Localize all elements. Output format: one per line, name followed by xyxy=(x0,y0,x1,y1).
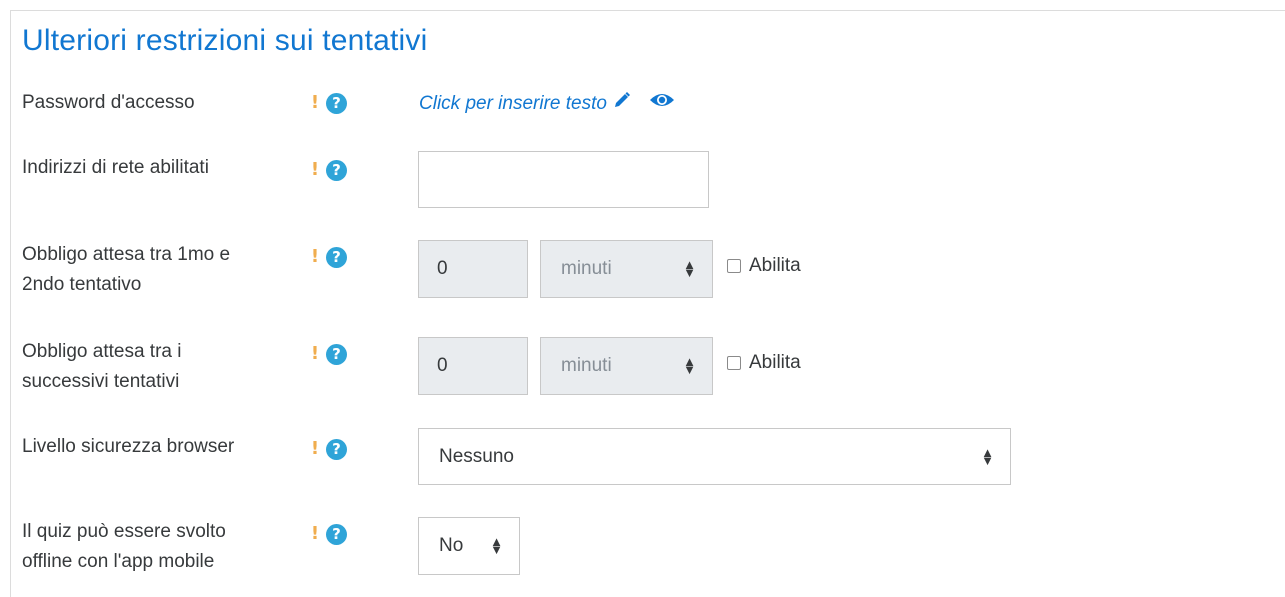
delay1-enable[interactable]: Abilita xyxy=(727,255,801,277)
advanced-icon: ! xyxy=(310,159,320,180)
delay1-label-line1: Obbligo attesa tra 1mo e xyxy=(22,244,231,265)
browser-security-icons: ! ? xyxy=(310,438,347,460)
delay2-unit-select[interactable]: minuti ▲ ▼ xyxy=(540,337,713,395)
delay1-icons: ! ? xyxy=(310,246,347,268)
advanced-icon: ! xyxy=(310,343,320,364)
network-label: Indirizzi di rete abilitati xyxy=(22,157,209,178)
delay1-unit-value: minuti xyxy=(561,258,612,279)
select-arrows-icon: ▲ ▼ xyxy=(490,534,503,557)
delay1-number-input[interactable]: 0 xyxy=(418,240,528,298)
select-arrows-icon: ▲ ▼ xyxy=(683,354,696,377)
delay1-label: Obbligo attesa tra 1mo e 2ndo tentativo xyxy=(22,240,290,300)
password-inplace-editable[interactable]: Click per inserire testo xyxy=(419,90,675,118)
network-input[interactable] xyxy=(418,151,709,208)
password-label: Password d'accesso xyxy=(22,92,195,113)
advanced-icon: ! xyxy=(310,523,320,544)
password-edit-text[interactable]: Click per inserire testo xyxy=(419,90,607,118)
delay2-unit-value: minuti xyxy=(561,355,612,376)
section-title: Ulteriori restrizioni sui tentativi xyxy=(22,24,428,57)
network-icons: ! ? xyxy=(310,159,347,181)
offline-select[interactable]: No ▲ ▼ xyxy=(418,517,520,575)
advanced-icon: ! xyxy=(310,246,320,267)
delay2-enable[interactable]: Abilita xyxy=(727,352,801,374)
delay1-enable-label: Abilita xyxy=(749,255,801,276)
advanced-icon: ! xyxy=(310,438,320,459)
offline-icons: ! ? xyxy=(310,523,347,545)
password-icons: ! ? xyxy=(310,92,347,114)
delay2-label-line1: Obbligo attesa tra i xyxy=(22,341,182,362)
offline-label-line2: offline con l'app mobile xyxy=(22,551,215,572)
delay1-unit-select[interactable]: minuti ▲ ▼ xyxy=(540,240,713,298)
help-icon[interactable]: ? xyxy=(326,523,347,545)
help-icon[interactable]: ? xyxy=(326,92,347,114)
select-arrows-icon: ▲ ▼ xyxy=(683,257,696,280)
delay2-number-input[interactable]: 0 xyxy=(418,337,528,395)
delay2-enable-checkbox[interactable] xyxy=(727,356,741,370)
pencil-icon[interactable] xyxy=(613,90,631,118)
advanced-icon: ! xyxy=(310,92,320,113)
offline-value: No xyxy=(439,535,464,556)
browser-security-select[interactable]: Nessuno ▲ ▼ xyxy=(418,428,1011,485)
browser-security-label: Livello sicurezza browser xyxy=(22,436,235,457)
offline-label: Il quiz può essere svolto offline con l'… xyxy=(22,517,290,577)
help-icon[interactable]: ? xyxy=(326,343,347,365)
delay1-enable-checkbox[interactable] xyxy=(727,259,741,273)
offline-label-line1: Il quiz può essere svolto xyxy=(22,521,226,542)
eye-icon[interactable] xyxy=(649,90,675,118)
select-arrows-icon: ▲ ▼ xyxy=(981,444,994,468)
delay2-label: Obbligo attesa tra i successivi tentativ… xyxy=(22,337,290,397)
browser-security-value: Nessuno xyxy=(439,445,514,467)
delay2-label-line2: successivi tentativi xyxy=(22,371,180,392)
help-icon[interactable]: ? xyxy=(326,159,347,181)
delay1-label-line2: 2ndo tentativo xyxy=(22,274,142,295)
delay2-icons: ! ? xyxy=(310,343,347,365)
help-icon[interactable]: ? xyxy=(326,438,347,460)
help-icon[interactable]: ? xyxy=(326,246,347,268)
delay2-enable-label: Abilita xyxy=(749,352,801,373)
